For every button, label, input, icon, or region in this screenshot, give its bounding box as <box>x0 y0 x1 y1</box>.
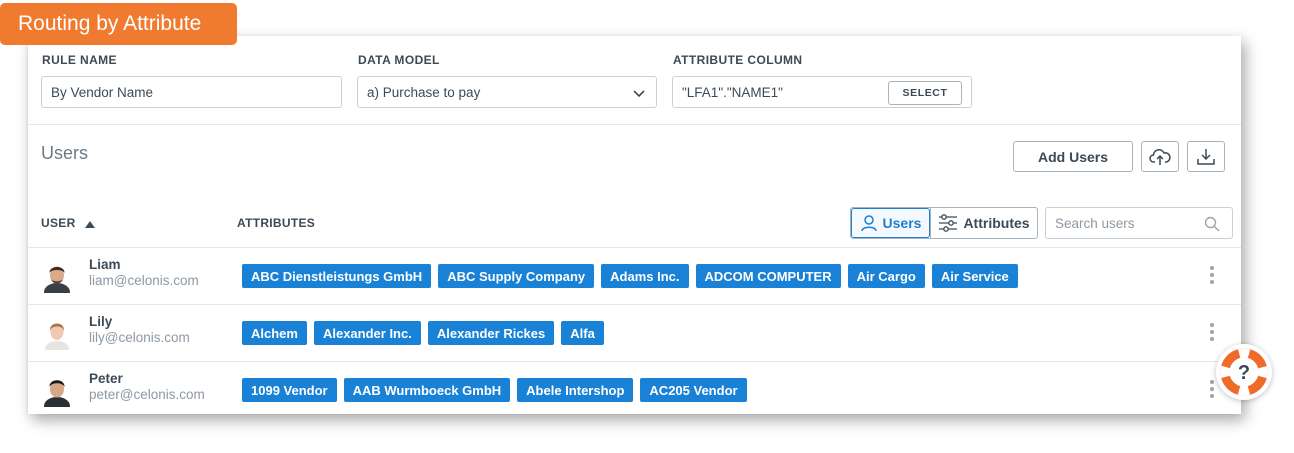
chevron-down-icon <box>633 90 645 98</box>
attribute-column-value: "LFA1"."NAME1" <box>682 84 783 100</box>
attribute-tag[interactable]: Abele Intershop <box>517 378 634 402</box>
row-menu-icon[interactable] <box>1208 323 1216 345</box>
upload-button[interactable] <box>1141 141 1179 172</box>
add-users-button[interactable]: Add Users <box>1013 141 1133 172</box>
user-name: Peter <box>89 371 123 386</box>
table-row: Liam liam@celonis.com ABC Dienstleistung… <box>28 248 1241 304</box>
row-menu-icon[interactable] <box>1208 380 1216 402</box>
divider <box>28 124 1241 125</box>
avatar <box>45 323 69 350</box>
user-email: peter@celonis.com <box>89 387 205 402</box>
sort-ascending-icon[interactable] <box>85 220 95 228</box>
attribute-tag[interactable]: Alfa <box>561 321 604 345</box>
attribute-column-field[interactable]: "LFA1"."NAME1" SELECT <box>672 76 972 108</box>
data-model-select[interactable]: a) Purchase to pay <box>357 76 657 108</box>
avatar <box>44 266 70 293</box>
help-button[interactable]: ? <box>1216 344 1272 400</box>
table-row: Peter peter@celonis.com 1099 Vendor AAB … <box>28 362 1241 414</box>
toggle-users[interactable]: Users <box>851 208 930 238</box>
search-users-input[interactable]: Search users <box>1045 207 1233 239</box>
download-icon <box>1197 148 1215 165</box>
user-icon <box>860 215 877 232</box>
attribute-tag[interactable]: 1099 Vendor <box>242 378 337 402</box>
lifebuoy-help-icon: ? <box>1220 348 1268 396</box>
user-email: liam@celonis.com <box>89 273 199 288</box>
attribute-tag[interactable]: ADCOM COMPUTER <box>695 264 841 288</box>
attribute-tag[interactable]: ABC Supply Company <box>438 264 595 288</box>
rule-name-label: RULE NAME <box>42 53 117 67</box>
search-icon <box>1204 216 1220 232</box>
user-name: Liam <box>89 257 121 272</box>
attribute-tag[interactable]: Alchem <box>242 321 307 345</box>
attribute-tag[interactable]: ABC Dienstleistungs GmbH <box>242 264 432 288</box>
page-title-badge: Routing by Attribute <box>0 3 237 45</box>
row-menu-icon[interactable] <box>1208 266 1216 288</box>
attribute-tag[interactable]: Air Cargo <box>847 264 925 288</box>
download-button[interactable] <box>1187 141 1225 172</box>
attributes-column-header: ATTRIBUTES <box>237 216 316 230</box>
attribute-tag[interactable]: Adams Inc. <box>601 264 689 288</box>
data-model-label: DATA MODEL <box>358 53 440 67</box>
routing-panel: RULE NAME By Vendor Name DATA MODEL a) P… <box>28 36 1241 414</box>
toggle-attributes[interactable]: Attributes <box>930 208 1037 238</box>
user-column-header[interactable]: USER <box>41 216 76 230</box>
attribute-tag[interactable]: AC205 Vendor <box>640 378 747 402</box>
toggle-attributes-label: Attributes <box>963 215 1030 231</box>
attribute-tag[interactable]: AAB Wurmboeck GmbH <box>343 378 511 402</box>
data-model-value: a) Purchase to pay <box>367 84 481 100</box>
users-section-title: Users <box>41 143 89 163</box>
table-row: Lily lily@celonis.com Alchem Alexander I… <box>28 305 1241 361</box>
rule-name-value: By Vendor Name <box>51 84 154 100</box>
rule-name-input[interactable]: By Vendor Name <box>41 76 342 108</box>
attribute-tag[interactable]: Alexander Rickes <box>427 321 555 345</box>
cloud-upload-icon <box>1149 148 1171 165</box>
select-button[interactable]: SELECT <box>888 81 962 105</box>
sliders-icon <box>939 214 958 232</box>
avatar <box>44 380 70 407</box>
toggle-users-label: Users <box>882 215 922 231</box>
view-toggle: Users Attributes <box>850 207 1038 239</box>
search-placeholder: Search users <box>1055 215 1135 231</box>
user-email: lily@celonis.com <box>89 330 190 345</box>
user-name: Lily <box>89 314 113 329</box>
attribute-tag[interactable]: Air Service <box>931 264 1018 288</box>
attribute-column-label: ATTRIBUTE COLUMN <box>673 53 803 67</box>
svg-text:?: ? <box>1238 362 1250 384</box>
attribute-tag[interactable]: Alexander Inc. <box>313 321 421 345</box>
